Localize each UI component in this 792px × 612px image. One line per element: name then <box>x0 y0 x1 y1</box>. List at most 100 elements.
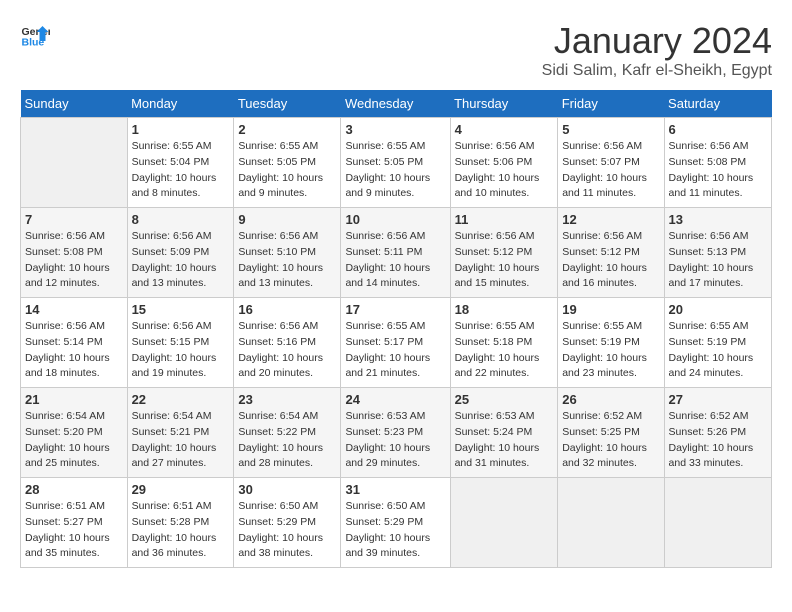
title-area: January 2024 Sidi Salim, Kafr el-Sheikh,… <box>542 20 772 80</box>
calendar-cell: 11 Sunrise: 6:56 AMSunset: 5:12 PMDayligh… <box>450 208 558 298</box>
calendar-subtitle: Sidi Salim, Kafr el-Sheikh, Egypt <box>542 62 772 80</box>
day-number: 13 <box>669 212 767 227</box>
day-number: 8 <box>132 212 230 227</box>
day-header-friday: Friday <box>558 90 664 118</box>
calendar-cell: 16 Sunrise: 6:56 AMSunset: 5:16 PMDayligh… <box>234 298 341 388</box>
calendar-cell: 25Sunrise: 6:53 AMSunset: 5:24 PMDayligh… <box>450 388 558 478</box>
calendar-cell <box>664 478 771 568</box>
day-info: Sunrise: 6:56 AMSunset: 5:11 PMDaylight:… <box>345 229 445 292</box>
calendar-cell <box>450 478 558 568</box>
day-number: 14 <box>25 302 123 317</box>
calendar-cell: 15Sunrise: 6:56 AMSunset: 5:15 PMDayligh… <box>127 298 234 388</box>
day-number: 24 <box>345 392 445 407</box>
calendar-cell: 22 Sunrise: 6:54 AMSunset: 5:21 PMDayligh… <box>127 388 234 478</box>
day-info: Sunrise: 6:55 AMSunset: 5:18 PMDaylight:… <box>455 319 554 382</box>
day-header-monday: Monday <box>127 90 234 118</box>
day-number: 2 <box>238 122 336 137</box>
day-info: Sunrise: 6:52 AMSunset: 5:25 PMDaylight:… <box>562 409 659 472</box>
day-number: 29 <box>132 482 230 497</box>
day-number: 17 <box>345 302 445 317</box>
day-number: 1 <box>132 122 230 137</box>
day-info: Sunrise: 6:51 AMSunset: 5:27 PMDaylight:… <box>25 499 123 562</box>
day-number: 10 <box>345 212 445 227</box>
day-number: 4 <box>455 122 554 137</box>
calendar-title: January 2024 <box>542 20 772 62</box>
day-info: Sunrise: 6:56 AMSunset: 5:14 PMDaylight:… <box>25 319 123 382</box>
calendar-cell: 23Sunrise: 6:54 AMSunset: 5:22 PMDayligh… <box>234 388 341 478</box>
day-info: Sunrise: 6:56 AMSunset: 5:15 PMDaylight:… <box>132 319 230 382</box>
day-number: 28 <box>25 482 123 497</box>
day-info: Sunrise: 6:54 AMSunset: 5:21 PMDaylight:… <box>132 409 230 472</box>
calendar-cell: 7 Sunrise: 6:56 AMSunset: 5:08 PMDaylight… <box>21 208 128 298</box>
day-header-tuesday: Tuesday <box>234 90 341 118</box>
calendar-cell: 21Sunrise: 6:54 AMSunset: 5:20 PMDayligh… <box>21 388 128 478</box>
day-header-thursday: Thursday <box>450 90 558 118</box>
calendar-cell: 1 Sunrise: 6:55 AMSunset: 5:04 PMDaylight… <box>127 118 234 208</box>
calendar-cell: 31 Sunrise: 6:50 AMSunset: 5:29 PMDayligh… <box>341 478 450 568</box>
calendar-cell <box>558 478 664 568</box>
day-number: 5 <box>562 122 659 137</box>
day-header-sunday: Sunday <box>21 90 128 118</box>
day-number: 7 <box>25 212 123 227</box>
day-info: Sunrise: 6:56 AMSunset: 5:08 PMDaylight:… <box>669 139 767 202</box>
day-number: 16 <box>238 302 336 317</box>
day-info: Sunrise: 6:51 AMSunset: 5:28 PMDaylight:… <box>132 499 230 562</box>
day-info: Sunrise: 6:56 AMSunset: 5:08 PMDaylight:… <box>25 229 123 292</box>
day-info: Sunrise: 6:56 AMSunset: 5:12 PMDaylight:… <box>455 229 554 292</box>
calendar-cell: 12Sunrise: 6:56 AMSunset: 5:12 PMDayligh… <box>558 208 664 298</box>
logo-icon: General Blue <box>20 20 50 50</box>
day-info: Sunrise: 6:55 AMSunset: 5:05 PMDaylight:… <box>238 139 336 202</box>
day-info: Sunrise: 6:55 AMSunset: 5:04 PMDaylight:… <box>132 139 230 202</box>
day-info: Sunrise: 6:56 AMSunset: 5:07 PMDaylight:… <box>562 139 659 202</box>
day-number: 27 <box>669 392 767 407</box>
days-header-row: SundayMondayTuesdayWednesdayThursdayFrid… <box>21 90 772 118</box>
day-info: Sunrise: 6:56 AMSunset: 5:09 PMDaylight:… <box>132 229 230 292</box>
calendar-cell: 26Sunrise: 6:52 AMSunset: 5:25 PMDayligh… <box>558 388 664 478</box>
day-header-wednesday: Wednesday <box>341 90 450 118</box>
day-number: 20 <box>669 302 767 317</box>
day-number: 18 <box>455 302 554 317</box>
day-info: Sunrise: 6:56 AMSunset: 5:10 PMDaylight:… <box>238 229 336 292</box>
calendar-cell: 5 Sunrise: 6:56 AMSunset: 5:07 PMDaylight… <box>558 118 664 208</box>
calendar-cell: 3Sunrise: 6:55 AMSunset: 5:05 PMDaylight… <box>341 118 450 208</box>
day-number: 25 <box>455 392 554 407</box>
calendar-cell: 19 Sunrise: 6:55 AMSunset: 5:19 PMDayligh… <box>558 298 664 388</box>
day-number: 30 <box>238 482 336 497</box>
header: General Blue January 2024 Sidi Salim, Ka… <box>20 20 772 80</box>
day-info: Sunrise: 6:55 AMSunset: 5:19 PMDaylight:… <box>562 319 659 382</box>
calendar-cell: 14 Sunrise: 6:56 AMSunset: 5:14 PMDayligh… <box>21 298 128 388</box>
day-info: Sunrise: 6:50 AMSunset: 5:29 PMDaylight:… <box>238 499 336 562</box>
day-number: 19 <box>562 302 659 317</box>
day-number: 31 <box>345 482 445 497</box>
day-info: Sunrise: 6:55 AMSunset: 5:05 PMDaylight:… <box>345 139 445 202</box>
calendar-cell: 30 Sunrise: 6:50 AMSunset: 5:29 PMDayligh… <box>234 478 341 568</box>
week-row-3: 14 Sunrise: 6:56 AMSunset: 5:14 PMDayligh… <box>21 298 772 388</box>
day-info: Sunrise: 6:54 AMSunset: 5:20 PMDaylight:… <box>25 409 123 472</box>
calendar-cell: 13 Sunrise: 6:56 AMSunset: 5:13 PMDayligh… <box>664 208 771 298</box>
calendar-cell: 18 Sunrise: 6:55 AMSunset: 5:18 PMDayligh… <box>450 298 558 388</box>
week-row-4: 21Sunrise: 6:54 AMSunset: 5:20 PMDayligh… <box>21 388 772 478</box>
calendar-cell: 28 Sunrise: 6:51 AMSunset: 5:27 PMDayligh… <box>21 478 128 568</box>
calendar-cell: 24Sunrise: 6:53 AMSunset: 5:23 PMDayligh… <box>341 388 450 478</box>
day-info: Sunrise: 6:56 AMSunset: 5:13 PMDaylight:… <box>669 229 767 292</box>
week-row-1: 1 Sunrise: 6:55 AMSunset: 5:04 PMDaylight… <box>21 118 772 208</box>
calendar-cell: 20 Sunrise: 6:55 AMSunset: 5:19 PMDayligh… <box>664 298 771 388</box>
calendar-cell: 2 Sunrise: 6:55 AMSunset: 5:05 PMDaylight… <box>234 118 341 208</box>
day-info: Sunrise: 6:55 AMSunset: 5:17 PMDaylight:… <box>345 319 445 382</box>
calendar-cell: 27 Sunrise: 6:52 AMSunset: 5:26 PMDayligh… <box>664 388 771 478</box>
day-number: 11 <box>455 212 554 227</box>
calendar-cell: 6Sunrise: 6:56 AMSunset: 5:08 PMDaylight… <box>664 118 771 208</box>
calendar-cell <box>21 118 128 208</box>
day-header-saturday: Saturday <box>664 90 771 118</box>
day-info: Sunrise: 6:56 AMSunset: 5:06 PMDaylight:… <box>455 139 554 202</box>
calendar-table: SundayMondayTuesdayWednesdayThursdayFrid… <box>20 90 772 568</box>
day-number: 22 <box>132 392 230 407</box>
day-number: 9 <box>238 212 336 227</box>
day-number: 23 <box>238 392 336 407</box>
day-number: 12 <box>562 212 659 227</box>
day-info: Sunrise: 6:52 AMSunset: 5:26 PMDaylight:… <box>669 409 767 472</box>
day-info: Sunrise: 6:56 AMSunset: 5:16 PMDaylight:… <box>238 319 336 382</box>
day-info: Sunrise: 6:55 AMSunset: 5:19 PMDaylight:… <box>669 319 767 382</box>
day-info: Sunrise: 6:50 AMSunset: 5:29 PMDaylight:… <box>345 499 445 562</box>
week-row-2: 7 Sunrise: 6:56 AMSunset: 5:08 PMDaylight… <box>21 208 772 298</box>
